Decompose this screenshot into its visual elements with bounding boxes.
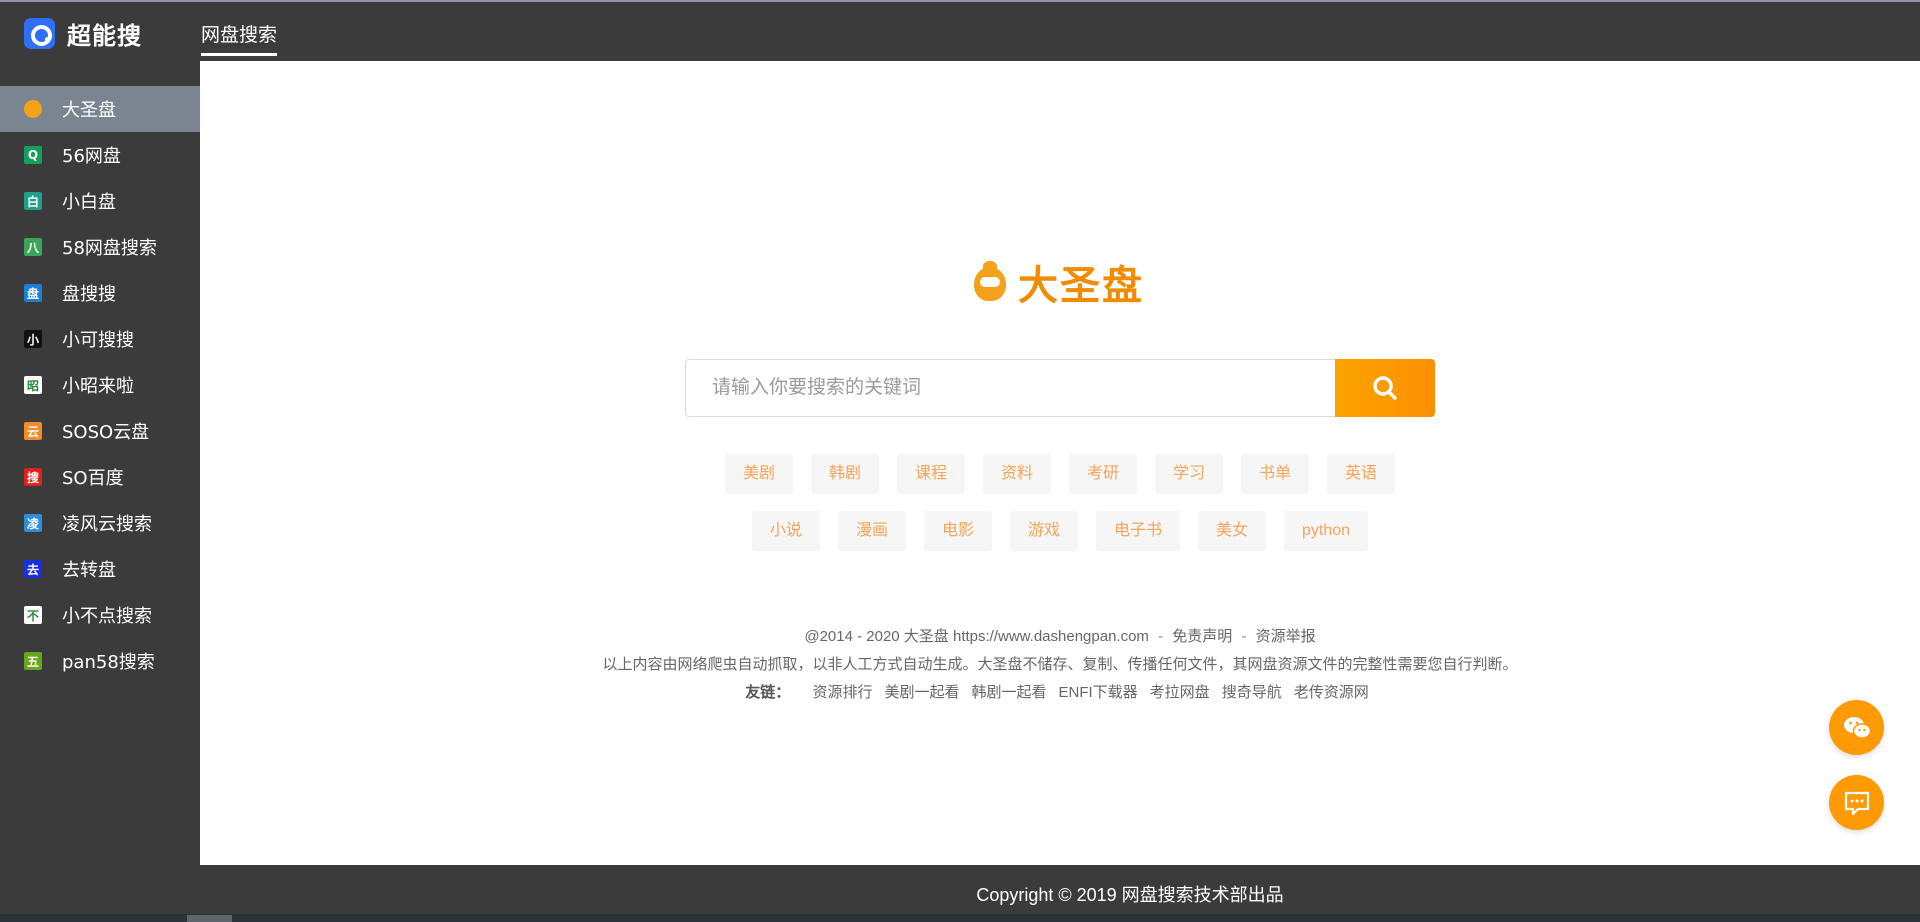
hot-tag[interactable]: 考研 [1069, 454, 1138, 494]
sidebar-item-label: SO百度 [62, 468, 124, 489]
search-button[interactable] [1335, 359, 1435, 417]
friend-link[interactable]: 老传资源网 [1294, 684, 1369, 701]
disclaimer-link[interactable]: 免责声明 [1172, 628, 1232, 645]
hot-tags-row-1: 美剧 韩剧 课程 资料 考研 学习 书单 英语 [200, 454, 1920, 494]
hot-tag[interactable]: 漫画 [837, 511, 906, 551]
footer-copyright-line: @2014 - 2020 大圣盘 https://www.dashengpan.… [200, 625, 1920, 646]
sidebar-item-label: 58网盘搜索 [62, 238, 157, 259]
wu-icon: 五 [24, 652, 42, 670]
hot-tag[interactable]: 韩剧 [810, 454, 879, 494]
sidebar-item-1[interactable]: Q 56网盘 [0, 132, 200, 178]
sidebar-item-9[interactable]: 凌 凌风云搜索 [0, 500, 200, 546]
hot-tag[interactable]: 英语 [1327, 454, 1396, 494]
sidebar-item-11[interactable]: 不 小不点搜索 [0, 592, 200, 638]
hot-tag[interactable]: 电影 [923, 511, 992, 551]
footer-sep: - [1158, 628, 1164, 645]
sidebar-item-label: 凌风云搜索 [62, 514, 152, 535]
sidebar-item-label: 盘搜搜 [62, 284, 116, 305]
xiao-icon: 小 [24, 330, 42, 348]
sidebar-item-3[interactable]: 八 58网盘搜索 [0, 224, 200, 270]
sidebar-item-label: 小可搜搜 [62, 330, 134, 351]
hot-tag[interactable]: 美女 [1198, 511, 1267, 551]
sidebar-item-label: 小不点搜索 [62, 606, 152, 627]
friend-link[interactable]: 美剧一起看 [884, 684, 959, 701]
main-content: 大圣盘 美剧韩剧课程资料考研学习书单英语 小说漫画电影游戏电子书美女 python… [200, 61, 1920, 865]
sidebar-item-8[interactable]: 搜 SO百度 [0, 454, 200, 500]
footer-notice: 以上内容由网络爬虫自动抓取，以非人工方式自动生成。大圣盘不储存、复制、传播任何文… [602, 656, 1518, 673]
sidebar-item-label: 大圣盘 [62, 100, 116, 121]
tab-netdisk-search[interactable]: 网盘搜索 [201, 20, 278, 56]
hot-tag[interactable]: python [1284, 511, 1369, 551]
ling-icon: 凌 [24, 514, 42, 532]
copyright-text: Copyright © 2019 网盘搜索技术部出品 [976, 885, 1284, 905]
sidebar-item-0[interactable]: 大圣盘 [0, 86, 200, 132]
hot-tag[interactable]: 学习 [1155, 454, 1224, 494]
friend-link[interactable]: 搜奇导航 [1222, 684, 1282, 701]
hot-tag[interactable]: 课程 [896, 454, 965, 494]
yun-icon: 云 [24, 422, 42, 440]
hot-tag[interactable]: 美剧 [724, 454, 793, 494]
sidebar-item-label: 小昭来啦 [62, 376, 134, 397]
top-bar: 超能搜 网盘搜索 [0, 0, 1920, 61]
sidebar: 大圣盘 Q 56网盘白 小白盘八 58网盘搜索盘 盘搜搜小 小可搜搜昭 小昭来啦云 SOSO云盘… [0, 61, 200, 865]
friend-link[interactable]: 考拉网盘 [1150, 684, 1210, 701]
monkey-logo-icon [970, 259, 1010, 305]
friend-link[interactable]: 资源排行 [812, 684, 872, 701]
feedback-button[interactable] [1829, 775, 1884, 830]
ba-icon: 八 [24, 238, 42, 256]
friend-link[interactable]: ENFI下载器 [1059, 684, 1138, 701]
message-icon [1844, 791, 1869, 815]
sidebar-item-label: 去转盘 [62, 560, 116, 581]
friend-links-label: 友链： [745, 684, 791, 701]
search-input[interactable] [685, 359, 1335, 417]
report-link[interactable]: 资源举报 [1256, 628, 1316, 645]
search-icon [1373, 376, 1397, 400]
sidebar-item-6[interactable]: 昭 小昭来啦 [0, 362, 200, 408]
sidebar-item-2[interactable]: 白 小白盘 [0, 178, 200, 224]
hot-tag[interactable]: 游戏 [1009, 511, 1078, 551]
wechat-icon [1843, 716, 1871, 739]
horizontal-scrollbar[interactable] [0, 914, 1920, 922]
sidebar-item-5[interactable]: 小 小可搜搜 [0, 316, 200, 362]
brand-logo-icon [24, 18, 55, 49]
sidebar-item-label: 小白盘 [62, 192, 116, 213]
brand-name: 超能搜 [67, 22, 142, 50]
hot-tag[interactable]: 小说 [751, 511, 820, 551]
sidebar-item-label: 56网盘 [62, 146, 121, 167]
footer-sep: - [1241, 628, 1247, 645]
scrollbar-thumb[interactable] [187, 915, 232, 922]
sidebar-item-label: SOSO云盘 [62, 422, 150, 443]
friend-link[interactable]: 韩剧一起看 [971, 684, 1046, 701]
sidebar-item-label: pan58搜索 [62, 652, 155, 673]
footer-copyright: @2014 - 2020 大圣盘 https://www.dashengpan.… [804, 628, 1149, 645]
wechat-button[interactable] [1829, 700, 1884, 755]
monkey-icon [24, 100, 42, 118]
site-logo[interactable]: 大圣盘 [970, 253, 1144, 311]
sidebar-item-4[interactable]: 盘 盘搜搜 [0, 270, 200, 316]
hot-tags-row-2: 小说 漫画 电影 游戏 电子书 美女 python [200, 511, 1920, 551]
pan-icon: 盘 [24, 284, 42, 302]
site-logo-text: 大圣盘 [1018, 263, 1144, 309]
qu-icon: 去 [24, 560, 42, 578]
sidebar-item-10[interactable]: 去 去转盘 [0, 546, 200, 592]
hot-tag[interactable]: 书单 [1241, 454, 1310, 494]
sidebar-item-12[interactable]: 五 pan58搜索 [0, 638, 200, 684]
hot-tag[interactable]: 电子书 [1095, 511, 1180, 551]
sou-icon: 搜 [24, 468, 42, 486]
bai-icon: 白 [24, 192, 42, 210]
bu-icon: 不 [24, 606, 42, 624]
zhao-icon: 昭 [24, 376, 42, 394]
footer-friend-links: 友链： 资源排行 美剧一起看 韩剧一起看 ENFI下载器 考拉网盘 搜奇导航 老传资源网 [200, 681, 1920, 702]
search-box [685, 359, 1435, 417]
sidebar-item-7[interactable]: 云 SOSO云盘 [0, 408, 200, 454]
hot-tag[interactable]: 资料 [982, 454, 1051, 494]
magnifier-icon: Q [24, 146, 42, 164]
brand[interactable]: 超能搜 [24, 16, 142, 51]
